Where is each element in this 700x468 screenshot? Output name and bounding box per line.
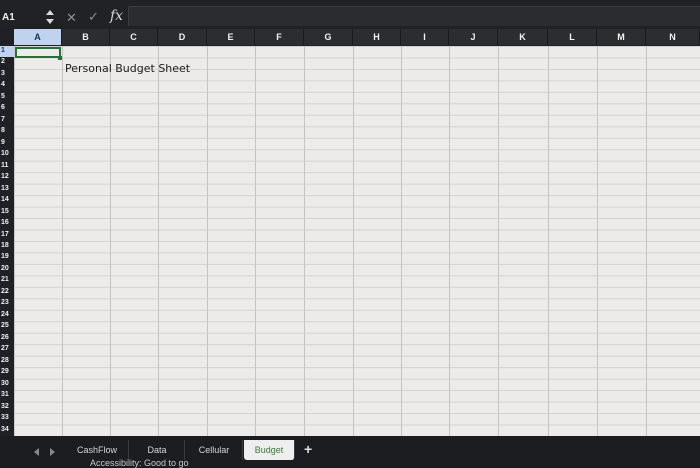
column-gridline	[597, 46, 598, 436]
column-gridline	[255, 46, 256, 436]
name-box[interactable]: A1	[2, 12, 32, 26]
row-header-4[interactable]: 4	[0, 80, 14, 91]
column-header-l[interactable]: L	[548, 29, 597, 45]
row-header-8[interactable]: 8	[0, 126, 14, 137]
row-header-27[interactable]: 27	[0, 344, 14, 355]
active-cell-a1[interactable]	[15, 47, 61, 58]
row-header-column: 1 2 3 4 5 6 7 8 9 10 11 12 13 14 15 16 17 18 19 20 21 22 23 24 2…	[0, 46, 14, 436]
name-box-stepper[interactable]	[45, 8, 55, 28]
row-header-28[interactable]: 28	[0, 356, 14, 367]
column-gridline	[110, 46, 111, 436]
column-header-g[interactable]: G	[304, 29, 353, 45]
row-header-15[interactable]: 15	[0, 207, 14, 218]
row-header-34[interactable]: 34	[0, 425, 14, 436]
fill-handle[interactable]	[58, 56, 62, 60]
row-header-17[interactable]: 17	[0, 230, 14, 241]
column-header-b[interactable]: B	[62, 29, 110, 45]
column-header-i[interactable]: I	[401, 29, 449, 45]
column-header-n[interactable]: N	[646, 29, 700, 45]
row-header-9[interactable]: 9	[0, 138, 14, 149]
column-gridline	[207, 46, 208, 436]
column-gridline	[498, 46, 499, 436]
row-header-25[interactable]: 25	[0, 321, 14, 332]
row-header-31[interactable]: 31	[0, 390, 14, 401]
column-header-j[interactable]: J	[449, 29, 498, 45]
column-gridline	[548, 46, 549, 436]
worksheet: ABCDEFGHIJKLMN 1 2 3 4 5 6 7 8 9 10 11 12 13 14 15 16 17…	[0, 26, 700, 436]
column-header-d[interactable]: D	[158, 29, 207, 45]
next-sheet-icon[interactable]	[50, 448, 55, 456]
row-header-5[interactable]: 5	[0, 92, 14, 103]
row-header-1[interactable]: 1	[0, 46, 14, 58]
row-header-14[interactable]: 14	[0, 195, 14, 206]
tab-data[interactable]: Data	[130, 440, 185, 460]
row-header-30[interactable]: 30	[0, 379, 14, 390]
row-header-32[interactable]: 32	[0, 402, 14, 413]
chevron-up-icon[interactable]	[46, 10, 54, 15]
row-header-2[interactable]: 2	[0, 57, 14, 68]
column-gridline	[646, 46, 647, 436]
column-gridline	[62, 46, 63, 436]
column-header-f[interactable]: F	[255, 29, 304, 45]
row-header-11[interactable]: 11	[0, 161, 14, 172]
formula-input[interactable]	[128, 6, 700, 28]
row-header-18[interactable]: 18	[0, 241, 14, 252]
row-header-33[interactable]: 33	[0, 413, 14, 424]
row-header-6[interactable]: 6	[0, 103, 14, 114]
row-header-10[interactable]: 10	[0, 149, 14, 160]
cancel-icon[interactable]: ✕	[66, 10, 77, 26]
column-gridline	[304, 46, 305, 436]
tab-budget[interactable]: Budget	[244, 440, 295, 460]
row-header-16[interactable]: 16	[0, 218, 14, 229]
column-header-h[interactable]: H	[353, 29, 401, 45]
row-header-26[interactable]: 26	[0, 333, 14, 344]
row-header-19[interactable]: 19	[0, 252, 14, 263]
row-header-12[interactable]: 12	[0, 172, 14, 183]
column-gridline	[449, 46, 450, 436]
column-header-e[interactable]: E	[207, 29, 255, 45]
column-gridline	[401, 46, 402, 436]
row-header-22[interactable]: 22	[0, 287, 14, 298]
select-all-corner[interactable]	[0, 26, 14, 46]
row-header-20[interactable]: 20	[0, 264, 14, 275]
row-header-23[interactable]: 23	[0, 298, 14, 309]
row-header-24[interactable]: 24	[0, 310, 14, 321]
column-header-row: ABCDEFGHIJKLMN	[0, 26, 700, 46]
checkmark-icon[interactable]: ✓	[88, 9, 99, 25]
previous-sheet-icon[interactable]	[34, 448, 39, 456]
row-header-3[interactable]: 3	[0, 69, 14, 80]
column-header-a[interactable]: A	[14, 29, 62, 45]
cell-grid[interactable]	[14, 46, 700, 436]
row-header-13[interactable]: 13	[0, 184, 14, 195]
row-header-29[interactable]: 29	[0, 367, 14, 378]
row-header-21[interactable]: 21	[0, 275, 14, 286]
tab-cellular[interactable]: Cellular	[186, 440, 243, 460]
add-sheet-button[interactable]: +	[304, 441, 312, 457]
column-header-k[interactable]: K	[498, 29, 548, 45]
tab-cashflow[interactable]: CashFlow	[66, 440, 129, 460]
column-header-c[interactable]: C	[110, 29, 158, 45]
function-icon[interactable]: fx	[110, 8, 123, 24]
column-gridline	[353, 46, 354, 436]
cell-b2[interactable]: Personal Budget Sheet	[65, 62, 190, 75]
column-gridline	[158, 46, 159, 436]
column-header-m[interactable]: M	[597, 29, 646, 45]
chevron-down-icon[interactable]	[46, 19, 54, 24]
row-header-7[interactable]: 7	[0, 115, 14, 126]
